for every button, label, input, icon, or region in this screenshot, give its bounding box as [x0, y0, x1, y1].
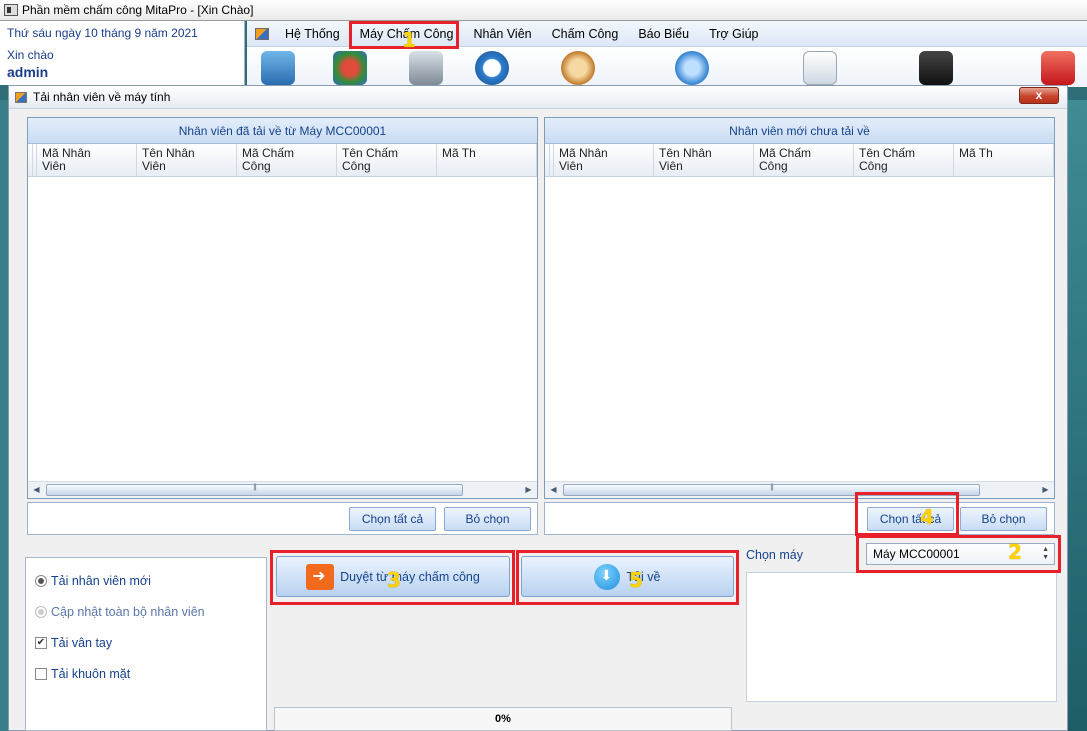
exit-icon[interactable] — [1041, 51, 1075, 85]
menu-cham-cong[interactable]: Chấm Công — [542, 21, 629, 47]
radio-on-icon[interactable] — [35, 575, 47, 587]
highlight-machine-select — [856, 535, 1061, 573]
annotation-number-4: 4 — [920, 505, 934, 529]
annotation-number-5: 5 — [629, 568, 643, 592]
menu-he-thong[interactable]: Hệ Thống — [275, 21, 350, 47]
right-grid-body — [545, 178, 1054, 480]
fingerprint-device-icon[interactable] — [919, 51, 953, 85]
right-button-strip: Chọn tất cả Bỏ chọn — [544, 502, 1055, 535]
menu-tro-giup[interactable]: Trợ Giúp — [699, 21, 768, 47]
info-panel: Thứ sáu ngày 10 tháng 9 năm 2021 Xin chà… — [0, 21, 245, 85]
checkbox-checked-icon[interactable]: ✔ — [35, 637, 47, 649]
employee-icon[interactable] — [261, 51, 295, 85]
checkbox-unchecked-icon[interactable] — [35, 668, 47, 680]
radio-off-icon[interactable] — [35, 606, 47, 618]
schedule-icon[interactable] — [561, 51, 595, 85]
col-ten-cham-cong[interactable]: Tên Chấm Công — [854, 144, 954, 176]
toolbar — [247, 47, 1087, 87]
right-grid-caption: Nhân viên mới chưa tải về — [545, 118, 1054, 144]
greeting: Xin chào — [7, 48, 54, 62]
option-update-all[interactable]: Cập nhật toàn bộ nhân viên — [35, 605, 205, 619]
app-icon — [4, 4, 18, 16]
highlight-select-all-button — [855, 492, 959, 536]
calendar-icon[interactable] — [675, 51, 709, 85]
left-deselect-button[interactable]: Bỏ chọn — [444, 507, 531, 531]
clock-icon[interactable] — [475, 51, 509, 85]
left-grid-header: Mã Nhân Viên Tên Nhân Viên Mã Chấm Công … — [28, 144, 537, 177]
left-grid-caption: Nhân viên đã tải về từ Máy MCC00001 — [28, 118, 537, 144]
right-deselect-button[interactable]: Bỏ chọn — [960, 507, 1047, 531]
left-grid-hscrollbar[interactable]: ◀ ▶ — [28, 481, 537, 498]
scroll-left-icon[interactable]: ◀ — [545, 482, 562, 498]
app-titlebar: Phần mềm chấm công MitaPro - [Xin Chào] — [0, 0, 1087, 21]
col-ma-th[interactable]: Mã Th — [437, 144, 537, 176]
option-face[interactable]: Tải khuôn mặt — [35, 667, 130, 681]
app-title: Phần mềm chấm công MitaPro - [Xin Chào] — [22, 3, 254, 17]
highlight-download-button — [516, 550, 739, 605]
left-select-all-button[interactable]: Chọn tất cả — [349, 507, 436, 531]
col-ma-nhan-vien[interactable]: Mã Nhân Viên — [37, 144, 137, 176]
option-new-employees-label: Tải nhân viên mới — [51, 574, 151, 588]
menu-app-icon[interactable] — [255, 27, 269, 40]
left-grid-body — [28, 178, 537, 480]
col-ma-cham-cong[interactable]: Mã Chấm Công — [237, 144, 337, 176]
device-icon[interactable] — [409, 51, 443, 85]
select-all-corner[interactable] — [28, 144, 34, 176]
col-ma-th[interactable]: Mã Th — [954, 144, 1054, 176]
downloaded-employees-grid: Nhân viên đã tải về từ Máy MCC00001 Mã N… — [27, 117, 538, 499]
background-wallpaper-left — [0, 100, 8, 731]
option-fingerprint[interactable]: ✔ Tải vân tay — [35, 636, 112, 650]
col-ten-nhan-vien[interactable]: Tên Nhân Viên — [654, 144, 754, 176]
option-new-employees[interactable]: Tải nhân viên mới — [35, 574, 151, 588]
left-scroll-thumb[interactable] — [46, 484, 463, 496]
option-fingerprint-label: Tải vân tay — [51, 636, 113, 650]
dialog-icon — [15, 91, 27, 103]
username: admin — [7, 64, 49, 80]
right-grid-hscrollbar[interactable]: ◀ ▶ — [545, 481, 1054, 498]
scroll-right-icon[interactable]: ▶ — [1037, 482, 1054, 498]
menu-nhan-vien[interactable]: Nhân Viên — [463, 21, 541, 47]
download-options-group: Tải nhân viên mới Cập nhật toàn bộ nhân … — [25, 557, 267, 731]
choose-machine-label: Chọn máy — [746, 548, 803, 562]
col-ma-cham-cong[interactable]: Mã Chấm Công — [754, 144, 854, 176]
annotation-number-3: 3 — [387, 568, 401, 592]
option-update-all-label: Cập nhật toàn bộ nhân viên — [51, 605, 205, 619]
new-employees-grid: Nhân viên mới chưa tải về Mã Nhân Viên T… — [544, 117, 1055, 499]
dialog-titlebar: Tải nhân viên về máy tính x — [9, 86, 1067, 109]
progress-bar: 0% — [274, 707, 732, 731]
close-button[interactable]: x — [1019, 87, 1059, 104]
select-all-corner[interactable] — [545, 144, 551, 176]
scroll-right-icon[interactable]: ▶ — [520, 482, 537, 498]
background-wallpaper — [1068, 100, 1087, 731]
machine-list[interactable] — [746, 572, 1057, 702]
col-ten-nhan-vien[interactable]: Tên Nhân Viên — [137, 144, 237, 176]
dialog-title: Tải nhân viên về máy tính — [33, 90, 171, 104]
right-grid-header: Mã Nhân Viên Tên Nhân Viên Mã Chấm Công … — [545, 144, 1054, 177]
col-ten-cham-cong[interactable]: Tên Chấm Công — [337, 144, 437, 176]
report-icon[interactable] — [803, 51, 837, 85]
group-icon[interactable] — [333, 51, 367, 85]
scroll-left-icon[interactable]: ◀ — [28, 482, 45, 498]
menu-bao-bieu[interactable]: Báo Biểu — [628, 21, 699, 47]
option-face-label: Tải khuôn mặt — [51, 667, 131, 681]
date-line: Thứ sáu ngày 10 tháng 9 năm 2021 — [7, 26, 198, 40]
left-button-strip: Chọn tất cả Bỏ chọn — [27, 502, 538, 535]
annotation-number-2: 2 — [1008, 540, 1022, 564]
annotation-number-1: 1 — [402, 28, 416, 52]
col-ma-nhan-vien[interactable]: Mã Nhân Viên — [554, 144, 654, 176]
